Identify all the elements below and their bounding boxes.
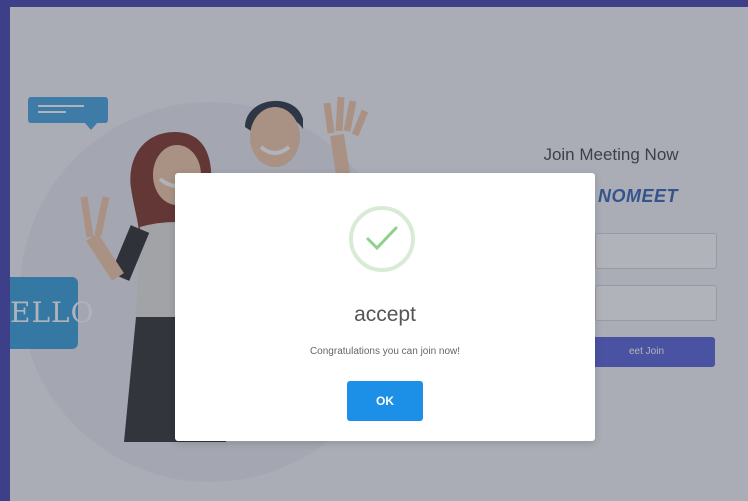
dialog-title: accept: [354, 303, 416, 326]
ok-button[interactable]: OK: [347, 381, 423, 421]
dialog-message: Congratulations you can join now!: [309, 346, 461, 357]
checkmark-success-icon: [349, 206, 415, 272]
success-dialog: accept Congratulations you can join now!…: [175, 173, 595, 441]
